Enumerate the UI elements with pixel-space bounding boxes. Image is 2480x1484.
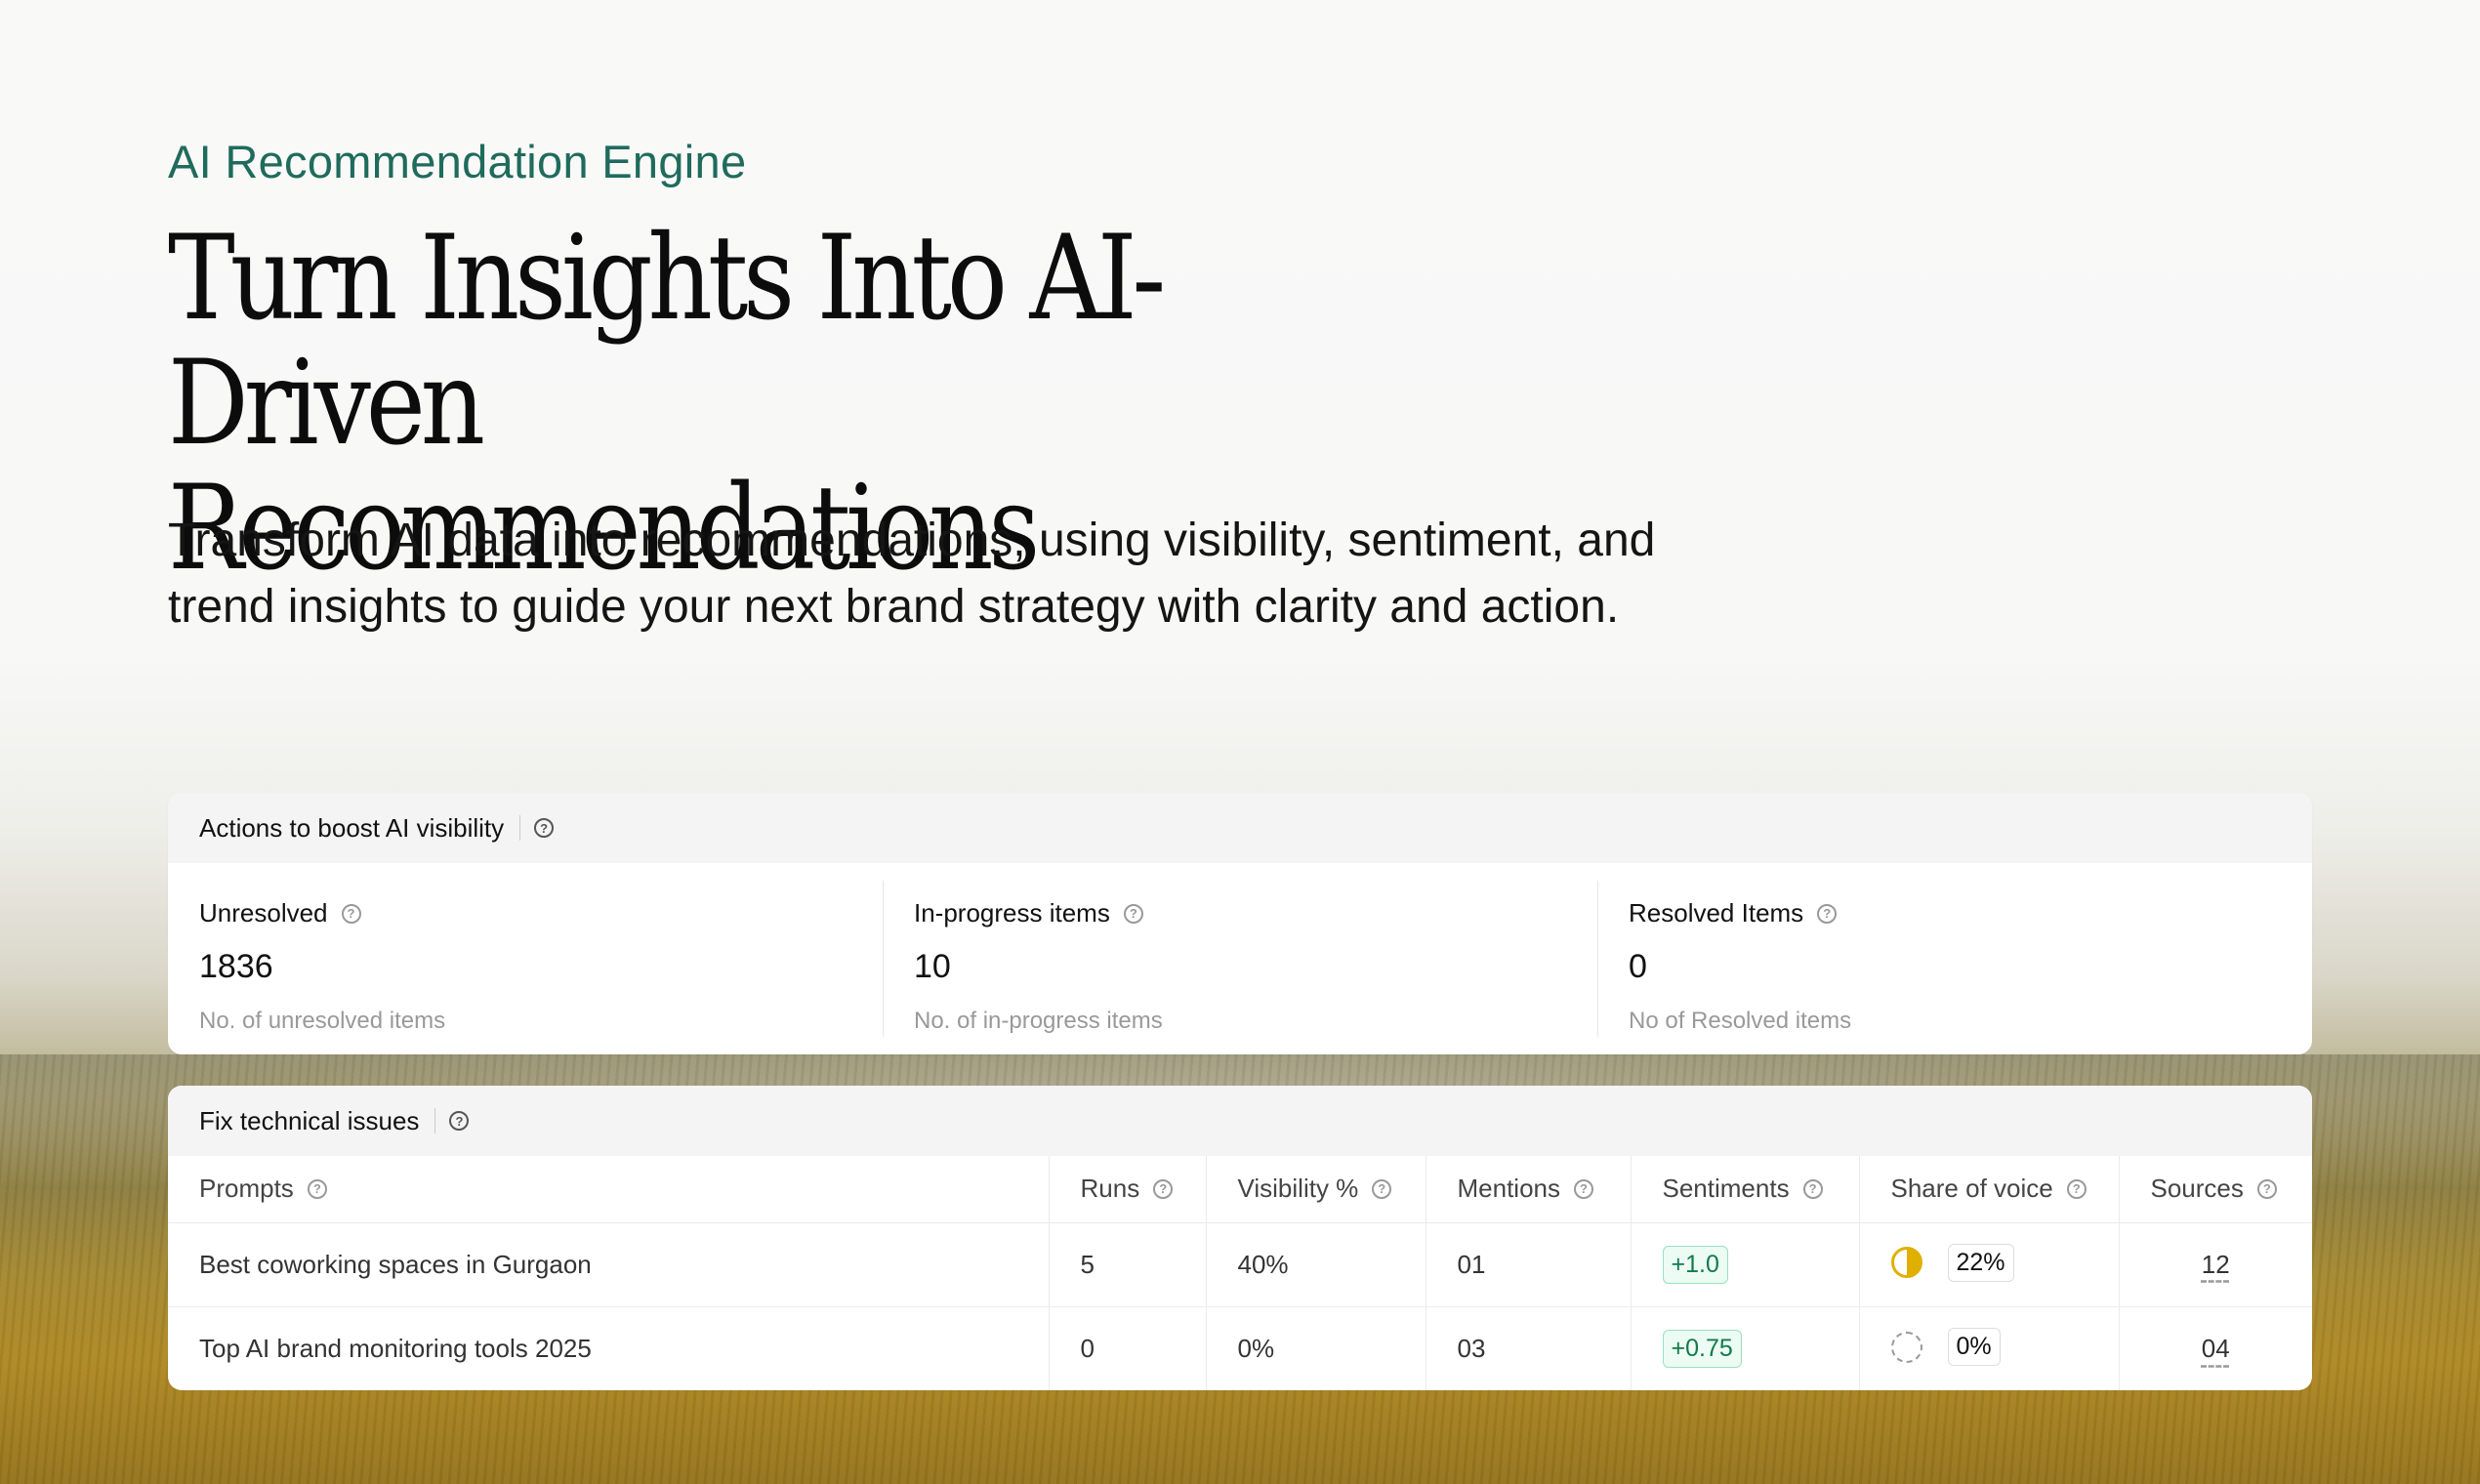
cell-share-of-voice: 22% [1858, 1222, 2119, 1307]
subtitle-line-2: trend insights to guide your next brand … [168, 581, 1620, 633]
stat-description: No. of in-progress items [914, 1008, 1163, 1034]
cell-share-of-voice: 0% [1858, 1306, 2119, 1390]
actions-card-header: Actions to boost AI visibility ? [168, 793, 2312, 863]
cell-mentions: 01 [1425, 1222, 1631, 1307]
subtitle-line-1: Transform AI data into recommendations, … [168, 515, 1656, 566]
issues-table: Prompts? Runs? Visibility %? Mentions? S… [168, 1156, 2312, 1390]
help-circle-icon[interactable]: ? [449, 1111, 470, 1131]
share-of-voice-badge: 22% [1947, 1243, 2014, 1282]
col-runs[interactable]: Runs? [1048, 1156, 1206, 1223]
header-divider [434, 1108, 436, 1134]
sources-link[interactable]: 12 [2202, 1250, 2230, 1279]
half-pie-icon [1890, 1247, 1922, 1279]
cell-runs: 0 [1048, 1306, 1206, 1390]
sentiment-badge: +1.0 [1662, 1245, 1728, 1284]
table-header-row: Prompts? Runs? Visibility %? Mentions? S… [168, 1156, 2312, 1223]
col-sources[interactable]: Sources? [2118, 1156, 2312, 1223]
cell-sentiment: +0.75 [1630, 1306, 1859, 1390]
issues-card-title: Fix technical issues [199, 1105, 420, 1135]
stat-label: In-progress items [914, 898, 1110, 928]
help-circle-icon[interactable]: ? [534, 818, 555, 838]
cell-visibility: 0% [1205, 1306, 1426, 1390]
help-circle-icon[interactable]: ? [1372, 1178, 1392, 1199]
stat-description: No of Resolved items [1629, 1008, 1852, 1034]
help-circle-icon[interactable]: ? [1153, 1178, 1174, 1199]
table-row[interactable]: Top AI brand monitoring tools 2025 0 0% … [168, 1306, 2312, 1390]
stat-label: Unresolved [199, 898, 328, 928]
stat-value: 1836 [199, 948, 273, 985]
cell-mentions: 03 [1425, 1306, 1631, 1390]
issues-card: Fix technical issues ? Prompts? Runs? Vi… [168, 1086, 2312, 1390]
help-circle-icon[interactable]: ? [1802, 1178, 1823, 1199]
stat-in-progress: In-progress items ? 10 No. of in-progres… [883, 863, 1597, 1054]
cell-visibility: 40% [1205, 1222, 1426, 1307]
cell-prompt: Top AI brand monitoring tools 2025 [199, 1333, 592, 1363]
sentiment-badge: +0.75 [1662, 1329, 1742, 1368]
col-prompts[interactable]: Prompts? [168, 1156, 1049, 1223]
help-circle-icon[interactable]: ? [1817, 903, 1838, 924]
col-sentiments[interactable]: Sentiments? [1630, 1156, 1859, 1223]
help-circle-icon[interactable]: ? [1123, 903, 1143, 924]
eyebrow-label: AI Recommendation Engine [168, 136, 747, 187]
help-circle-icon[interactable]: ? [341, 903, 361, 924]
col-share-of-voice[interactable]: Share of voice? [1858, 1156, 2119, 1223]
sources-link[interactable]: 04 [2202, 1334, 2230, 1363]
help-circle-icon[interactable]: ? [2256, 1178, 2277, 1199]
cell-runs: 5 [1048, 1222, 1206, 1307]
help-circle-icon[interactable]: ? [2066, 1178, 2087, 1199]
stat-unresolved: Unresolved ? 1836 No. of unresolved item… [168, 863, 883, 1054]
empty-circle-icon [1890, 1331, 1922, 1363]
actions-card: Actions to boost AI visibility ? Unresol… [168, 793, 2312, 1054]
cell-sources: 04 [2118, 1306, 2312, 1390]
cell-sources: 12 [2118, 1222, 2312, 1307]
col-mentions[interactable]: Mentions? [1425, 1156, 1631, 1223]
stat-label: Resolved Items [1629, 898, 1804, 928]
cell-prompt: Best coworking spaces in Gurgaon [168, 1222, 1049, 1307]
hero-subtitle: Transform AI data into recommendations, … [168, 508, 1925, 640]
cell-sentiment: +1.0 [1630, 1222, 1859, 1307]
stat-value: 10 [914, 948, 951, 985]
stat-value: 0 [1629, 948, 1647, 985]
issues-card-header: Fix technical issues ? [168, 1086, 2312, 1156]
stat-description: No. of unresolved items [199, 1008, 446, 1034]
share-of-voice-badge: 0% [1947, 1328, 2001, 1366]
header-divider [519, 815, 521, 841]
headline-line-1: Turn Insights Into AI-Driven [168, 211, 1166, 472]
stat-resolved: Resolved Items ? 0 No of Resolved items [1597, 863, 2312, 1054]
help-circle-icon[interactable]: ? [1574, 1178, 1593, 1199]
stats-row: Unresolved ? 1836 No. of unresolved item… [168, 863, 2312, 1054]
col-visibility[interactable]: Visibility %? [1205, 1156, 1426, 1223]
table-row[interactable]: Best coworking spaces in Gurgaon 5 40% 0… [168, 1222, 2312, 1307]
actions-card-title: Actions to boost AI visibility [199, 812, 505, 843]
help-circle-icon[interactable]: ? [307, 1178, 327, 1199]
